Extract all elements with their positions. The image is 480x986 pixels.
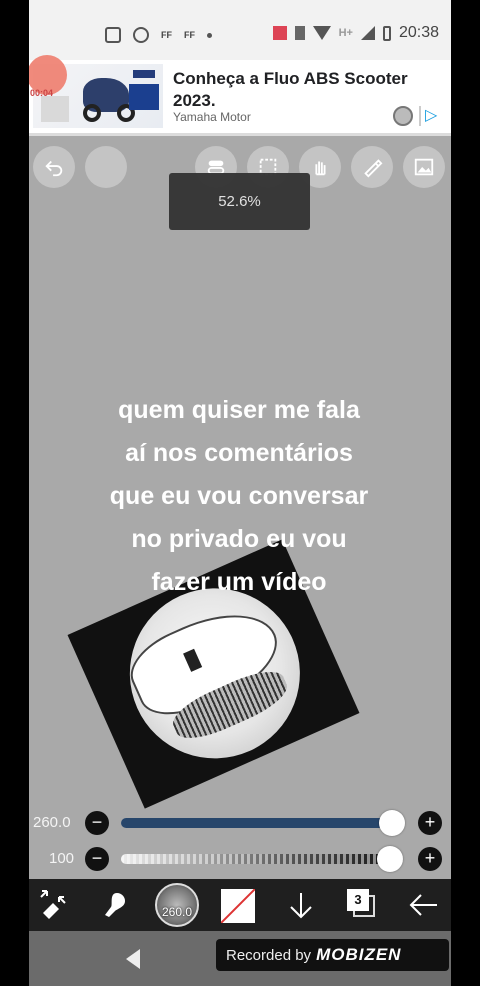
owl-icon[interactable] bbox=[393, 106, 413, 126]
whatsapp-icon bbox=[133, 27, 149, 43]
arrow-down-button[interactable] bbox=[283, 887, 319, 923]
ff-icon: FF bbox=[161, 30, 172, 40]
battery-icon bbox=[382, 25, 391, 41]
ff-icon: FF bbox=[184, 30, 195, 40]
recording-time: 00:04 bbox=[30, 88, 54, 98]
cast-icon bbox=[272, 26, 287, 40]
dot-icon bbox=[207, 32, 212, 38]
size-slider-row: 260.0 − + bbox=[29, 808, 451, 838]
drawing-canvas[interactable]: 52.6% quem quiser me fala aí nos comentá… bbox=[29, 139, 451, 879]
hand-icon bbox=[315, 161, 326, 176]
size-increase-button[interactable]: + bbox=[418, 811, 442, 835]
hplus-signal-icon: H+ bbox=[338, 27, 353, 39]
caption-line: aí nos comentários bbox=[125, 439, 353, 467]
ad-banner[interactable]: 00:04 Conheça a Fluo ABS Scooter 2023. Y… bbox=[29, 55, 451, 136]
color-swatch[interactable] bbox=[221, 889, 255, 923]
dropper-button[interactable] bbox=[97, 887, 133, 923]
undo-icon bbox=[45, 160, 63, 177]
size-decrease-button[interactable]: − bbox=[85, 811, 109, 835]
back-arrow-button[interactable] bbox=[405, 887, 441, 923]
brush-size-label: 260.0 bbox=[161, 905, 193, 919]
size-value: 260.0 bbox=[33, 814, 71, 831]
size-slider-thumb[interactable] bbox=[378, 810, 405, 836]
status-bar: FF FF H+ 20:38 bbox=[29, 0, 451, 60]
ad-image-badge bbox=[129, 84, 159, 110]
opacity-slider-row: 100 − + bbox=[29, 844, 451, 874]
undo-button[interactable] bbox=[33, 146, 75, 188]
image-button[interactable] bbox=[403, 146, 445, 188]
phone-screen: FF FF H+ 20:38 00:04 Conheça a Fluo ABS … bbox=[29, 0, 451, 986]
scooter-wheel bbox=[83, 104, 101, 122]
layers-button[interactable]: 3 bbox=[347, 889, 377, 919]
opacity-slider-thumb[interactable] bbox=[377, 846, 403, 872]
transform-eraser-button[interactable] bbox=[35, 887, 71, 923]
wifi-icon bbox=[312, 26, 331, 40]
layer-count: 3 bbox=[347, 889, 369, 911]
opacity-slider-track[interactable] bbox=[121, 854, 403, 864]
zoom-indicator: 52.6% bbox=[169, 173, 310, 230]
image-icon bbox=[414, 158, 434, 176]
size-slider-track[interactable] bbox=[121, 818, 403, 828]
ad-advertiser: Yamaha Motor bbox=[173, 110, 251, 124]
letterbox-right bbox=[451, 0, 480, 986]
opacity-value: 100 bbox=[49, 850, 75, 867]
caption-line: no privado eu vou bbox=[131, 525, 347, 553]
caption-line: quem quiser me fala bbox=[118, 396, 360, 424]
arrow-down-icon bbox=[290, 893, 312, 919]
news-icon bbox=[105, 27, 121, 43]
letterbox-left bbox=[0, 0, 29, 986]
pen-button[interactable] bbox=[351, 146, 393, 188]
caption-line: fazer um vídeo bbox=[151, 568, 327, 596]
notification-icons: FF FF bbox=[105, 26, 212, 44]
transform-eraser-icon bbox=[40, 890, 66, 919]
opacity-checker bbox=[121, 854, 403, 864]
clock: 20:38 bbox=[398, 24, 439, 41]
caption-line: que eu vou conversar bbox=[109, 482, 369, 510]
opacity-increase-button[interactable]: + bbox=[418, 847, 442, 871]
recorded-by-label: Recorded by bbox=[226, 946, 312, 964]
dropper-icon bbox=[105, 893, 125, 917]
system-icons: H+ 20:38 bbox=[272, 24, 439, 42]
nav-back-icon[interactable] bbox=[126, 949, 140, 969]
mobizen-watermark: Recorded by MOBIZEN bbox=[216, 939, 449, 971]
back-arrow-icon bbox=[409, 894, 437, 916]
ad-title[interactable]: Conheça a Fluo ABS Scooter 2023. bbox=[173, 68, 423, 112]
signal-icon bbox=[360, 26, 375, 40]
navigation-bar: Recorded by MOBIZEN bbox=[29, 931, 451, 986]
redo-button[interactable] bbox=[85, 146, 127, 188]
opacity-decrease-button[interactable]: − bbox=[85, 847, 109, 871]
size-slider-fill bbox=[121, 818, 392, 828]
yamaha-logo bbox=[133, 70, 155, 78]
bottom-toolbar: 260.0 3 bbox=[29, 879, 451, 931]
ad-image-promo bbox=[41, 96, 69, 122]
caption-text: quem quiser me fala aí nos comentários q… bbox=[69, 389, 409, 604]
adchoices-icon[interactable]: ▷ bbox=[419, 106, 441, 126]
pen-icon bbox=[364, 159, 383, 178]
mobizen-logo: MOBIZEN bbox=[316, 945, 402, 964]
vibrate-icon bbox=[294, 26, 305, 40]
